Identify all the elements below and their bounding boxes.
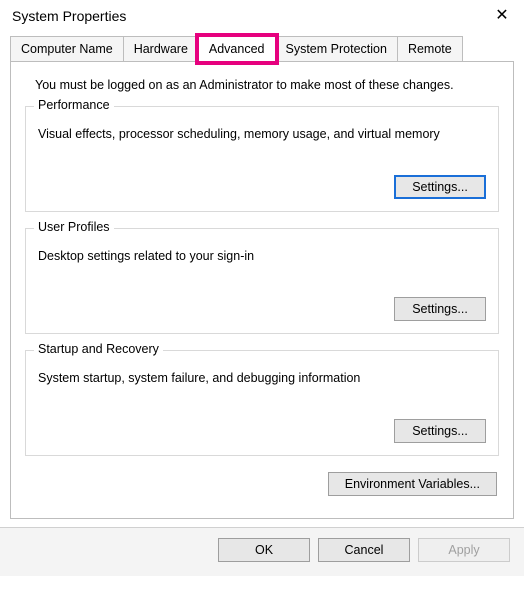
group-user-profiles: User Profiles Desktop settings related t… <box>25 228 499 334</box>
tab-remote[interactable]: Remote <box>397 36 463 62</box>
tab-advanced[interactable]: Advanced <box>198 36 276 62</box>
close-icon[interactable]: ✕ <box>492 8 512 24</box>
tab-system-protection[interactable]: System Protection <box>275 36 398 62</box>
apply-button: Apply <box>418 538 510 562</box>
group-startup-desc: System startup, system failure, and debu… <box>38 371 486 385</box>
performance-settings-button[interactable]: Settings... <box>394 175 486 199</box>
startup-settings-button[interactable]: Settings... <box>394 419 486 443</box>
window-title: System Properties <box>12 8 126 24</box>
tab-hardware[interactable]: Hardware <box>123 36 199 62</box>
tab-computer-name[interactable]: Computer Name <box>10 36 124 62</box>
cancel-button[interactable]: Cancel <box>318 538 410 562</box>
tab-panel-advanced: You must be logged on as an Administrato… <box>10 61 514 519</box>
group-startup-legend: Startup and Recovery <box>34 342 163 356</box>
titlebar: System Properties ✕ <box>0 0 524 30</box>
dialog-footer: OK Cancel Apply <box>0 528 524 576</box>
ok-button[interactable]: OK <box>218 538 310 562</box>
user-profiles-settings-button[interactable]: Settings... <box>394 297 486 321</box>
tabstrip: Computer Name Hardware Advanced System P… <box>10 36 514 62</box>
intro-text: You must be logged on as an Administrato… <box>35 78 499 92</box>
tab-advanced-label: Advanced <box>209 42 265 56</box>
group-performance-desc: Visual effects, processor scheduling, me… <box>38 127 486 141</box>
group-performance-legend: Performance <box>34 98 114 112</box>
dialog-body: Computer Name Hardware Advanced System P… <box>0 30 524 519</box>
group-user-profiles-desc: Desktop settings related to your sign-in <box>38 249 486 263</box>
group-user-profiles-legend: User Profiles <box>34 220 114 234</box>
group-performance: Performance Visual effects, processor sc… <box>25 106 499 212</box>
group-startup-recovery: Startup and Recovery System startup, sys… <box>25 350 499 456</box>
environment-variables-button[interactable]: Environment Variables... <box>328 472 497 496</box>
